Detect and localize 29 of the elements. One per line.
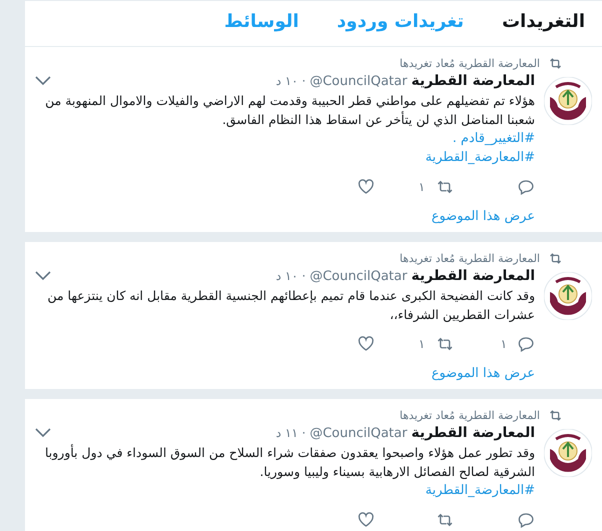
tweet-text: وقد تطور عمل هؤلاء واصبحوا يعقدون صفقات شراء السلاح من السوق السوداء في دول بأوروبا الشرقية لصالح الفصائل الارهابية بسيناء وليبيا وسوريا. bbox=[44, 443, 535, 481]
show-thread-link[interactable]: عرض هذا الموضوع bbox=[431, 366, 535, 381]
profile-tab[interactable]: التغريدات bbox=[502, 11, 585, 46]
author-handle: @CouncilQatar bbox=[310, 426, 408, 440]
retweet-context-text: المعارضة القطرية مُعاد تغريدها bbox=[400, 252, 540, 264]
separator-dot: · bbox=[302, 426, 306, 440]
hashtag-link[interactable]: #التغيير_قادم . bbox=[452, 129, 535, 148]
separator-dot: · bbox=[302, 74, 306, 88]
tweet-time[interactable]: ١٠ د bbox=[276, 269, 298, 283]
retweet-count: ١ bbox=[418, 337, 425, 351]
author-name[interactable]: المعارضة القطرية bbox=[411, 268, 535, 284]
retweet-context-text: المعارضة القطرية مُعاد تغريدها bbox=[400, 56, 540, 70]
reply-count: ١ bbox=[500, 337, 507, 351]
tweet-time[interactable]: ١١ د bbox=[276, 426, 298, 440]
hashtag-link[interactable]: #المعارضة_القطرية bbox=[425, 148, 535, 167]
profile-tab[interactable]: تغريدات وردود bbox=[336, 11, 464, 46]
tweet-time[interactable]: ١٠ د bbox=[276, 74, 298, 88]
profile-tab[interactable]: الوسائط bbox=[224, 11, 299, 46]
tweet-text: وقد كانت الفضيحة الكبرى عندما قام تميم بإعطائهم الجنسية القطرية مقابل انه كان ينتزعها من عشرات القطريين الشرفاء،، bbox=[46, 287, 535, 324]
separator-dot: · bbox=[302, 269, 306, 283]
author-name[interactable]: المعارضة القطرية bbox=[411, 425, 535, 441]
tweet-text: هؤلاء تم تفضيلهم على مواطني قطر الحبيبة وقدمت لهم الاراضي والفيلات والاموال المنهوبة من شعبنا المناضل الذي لن يتأخر عن اسقاط هذا النظام الفاسق. bbox=[44, 92, 535, 129]
retweet-context-text: المعارضة القطرية مُعاد تغريدها bbox=[400, 408, 540, 422]
author-handle: @CouncilQatar bbox=[310, 268, 408, 284]
hashtag-link[interactable]: #المعارضة_القطرية bbox=[425, 481, 535, 500]
author-handle: @CouncilQatar bbox=[310, 74, 408, 88]
retweet-count: ١ bbox=[418, 180, 425, 194]
show-thread-link[interactable]: عرض هذا الموضوع bbox=[431, 209, 535, 224]
author-name[interactable]: المعارضة القطرية bbox=[411, 73, 535, 89]
